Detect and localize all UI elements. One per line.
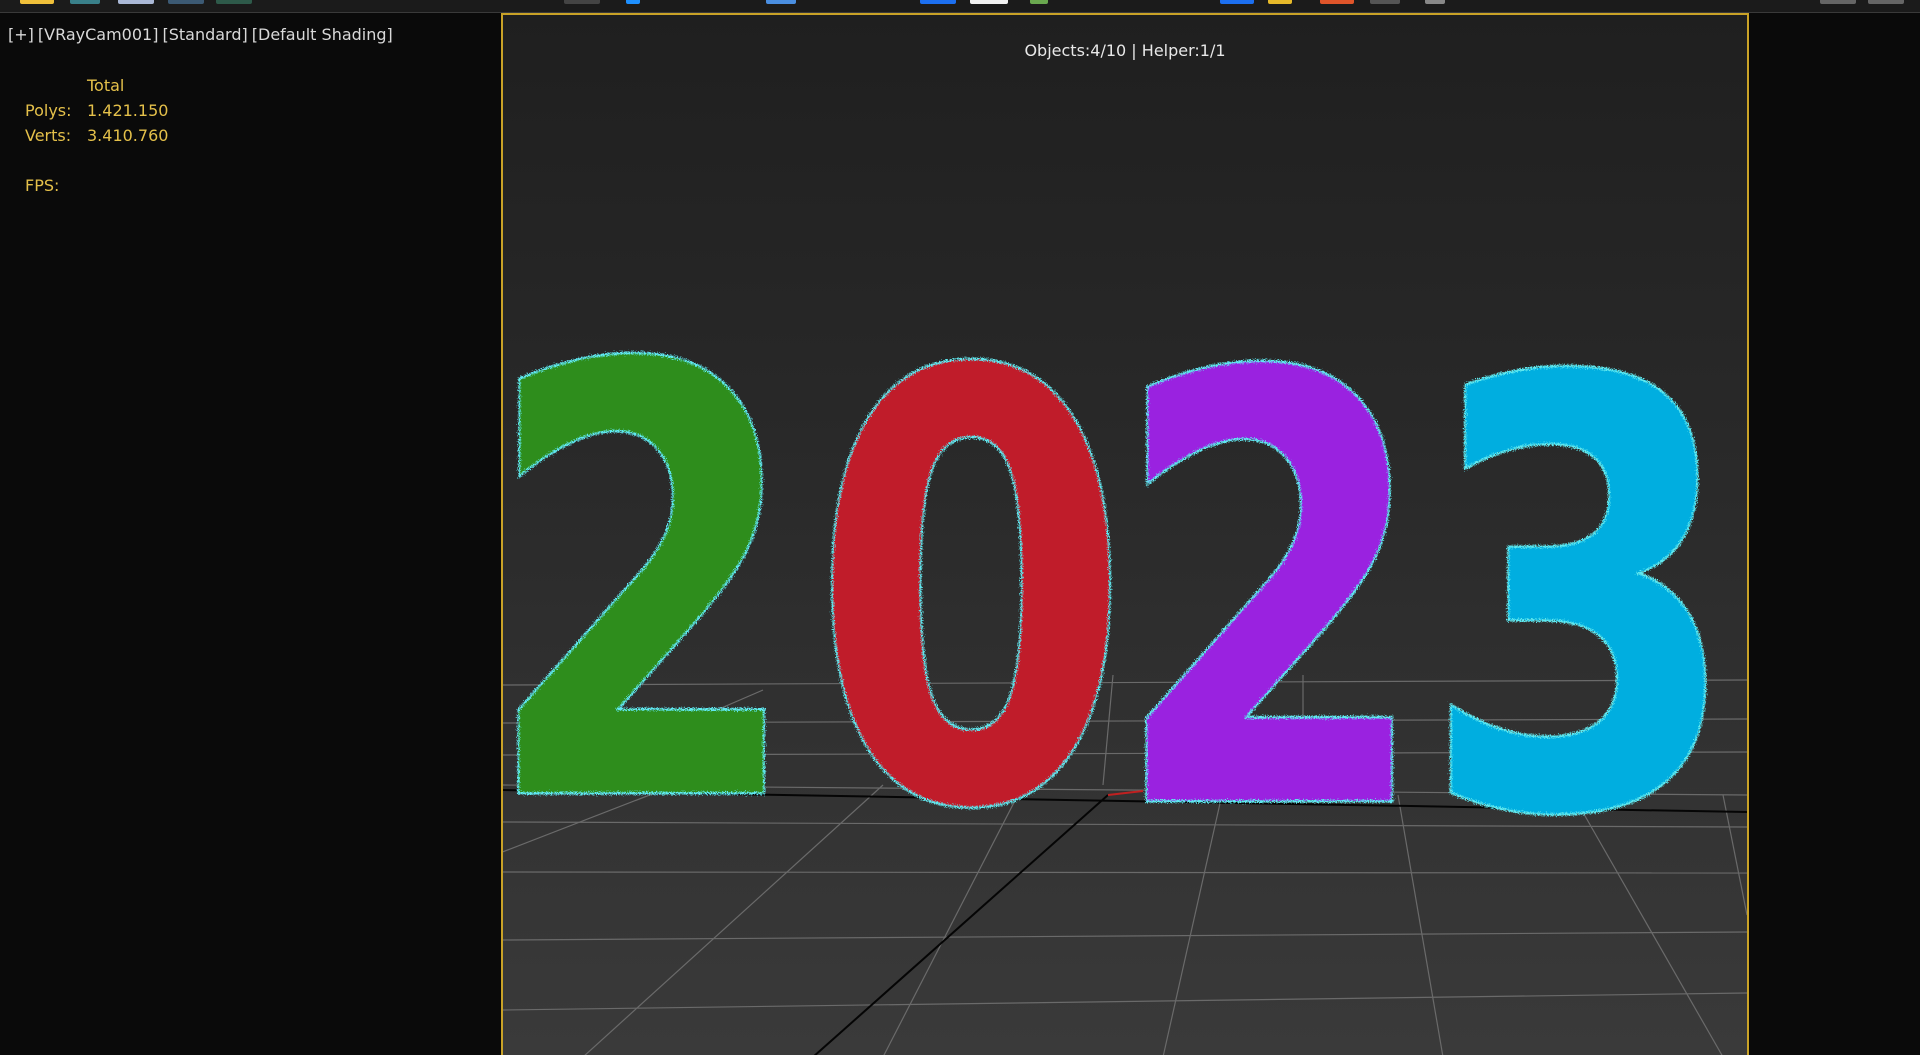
toolbar-icon[interactable] <box>1820 0 1856 4</box>
stats-header: Total <box>87 76 125 95</box>
toolbar-icon[interactable] <box>920 0 956 4</box>
scene-objects: 2 0 2 3 <box>503 243 1744 948</box>
toolbar-icon[interactable] <box>70 0 100 4</box>
camera-viewport[interactable]: 2 0 2 3 Objects:4/10 | Helper:1/1 <box>501 13 1749 1055</box>
digit-0-red-object: 0 <box>811 251 1131 938</box>
toolbar-icon[interactable] <box>1220 0 1254 4</box>
viewport-label-menu[interactable]: [+] [VRayCam001] [Standard] [Default Shadin… <box>8 25 397 44</box>
digit-3-cyan-object: 3 <box>1421 258 1741 945</box>
viewport-general-menu[interactable]: [+] <box>8 25 34 44</box>
polys-label: Polys: <box>25 101 72 120</box>
selection-info-overlay: Objects:4/10 | Helper:1/1 <box>1024 41 1226 60</box>
fps-label: FPS: <box>25 176 60 195</box>
toolbar-icon[interactable] <box>118 0 154 4</box>
viewport-mode-menu[interactable]: [Standard] <box>162 25 247 44</box>
polys-value: 1.421.150 <box>87 101 169 120</box>
toolbar-icon[interactable] <box>766 0 796 4</box>
app-window: [+] [VRayCam001] [Standard] [Default Shadin… <box>0 0 1920 1055</box>
scene-canvas[interactable]: 2 0 2 3 <box>503 15 1747 1055</box>
toolbar-icon[interactable] <box>1320 0 1354 4</box>
digit-2-green-object: 2 <box>503 245 803 932</box>
viewport-info-panel: [+] [VRayCam001] [Standard] [Default Shadin… <box>0 13 500 1055</box>
toolbar-icon[interactable] <box>1868 0 1904 4</box>
viewport-camera-menu[interactable]: [VRayCam001] <box>38 25 159 44</box>
toolbar-icon[interactable] <box>1370 0 1400 4</box>
toolbar-icon[interactable] <box>1425 0 1445 4</box>
toolbar-icon[interactable] <box>970 0 1008 4</box>
toolbar-icon[interactable] <box>1268 0 1292 4</box>
viewport-side-area <box>1750 13 1920 1055</box>
main-toolbar <box>0 0 1920 13</box>
verts-value: 3.410.760 <box>87 126 169 145</box>
toolbar-icon[interactable] <box>168 0 204 4</box>
viewport-shading-menu[interactable]: [Default Shading] <box>252 25 393 44</box>
digit-2-purple-object: 2 <box>1111 253 1431 940</box>
verts-label: Verts: <box>25 126 72 145</box>
toolbar-icon[interactable] <box>564 0 600 4</box>
toolbar-icon[interactable] <box>1030 0 1048 4</box>
toolbar-icon[interactable] <box>626 0 640 4</box>
grid-line <box>503 992 1747 1011</box>
toolbar-icon[interactable] <box>216 0 252 4</box>
app-logo-icon[interactable] <box>20 0 54 4</box>
